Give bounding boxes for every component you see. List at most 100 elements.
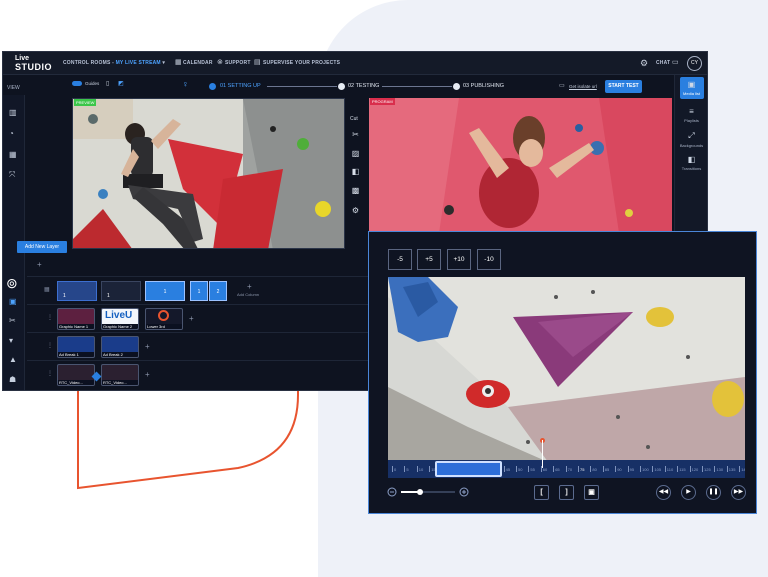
timeline-tick bbox=[702, 466, 703, 472]
timeline-tick bbox=[615, 466, 617, 472]
drag-handle-icon[interactable]: ⋮ bbox=[47, 314, 53, 321]
preview-monitor[interactable]: PREVIEW bbox=[72, 98, 345, 249]
control-rooms-menu[interactable]: CONTROL ROOMS - MY LIVE STREAM ▾ bbox=[63, 60, 165, 66]
timeline-tick bbox=[689, 466, 691, 472]
dashboard-icon[interactable]: ◔ bbox=[9, 130, 18, 138]
clip-lower-3rd[interactable]: Lower 3rd bbox=[145, 308, 183, 330]
layout-icon[interactable]: ◩ bbox=[118, 80, 124, 87]
support-link[interactable]: SUPPORT bbox=[225, 60, 251, 66]
timeline[interactable]: 1401351301251201151101051009590858075706… bbox=[388, 460, 745, 478]
add-new-layer-tooltip: Add New Layer bbox=[17, 241, 67, 253]
timeline-label: 95 bbox=[629, 467, 635, 472]
timeline-label: 45 bbox=[505, 467, 511, 472]
timeline-tick bbox=[627, 466, 629, 472]
column-5[interactable]: 2 bbox=[209, 281, 227, 301]
preview-scene bbox=[73, 99, 344, 248]
chart-icon[interactable]: ▥ bbox=[9, 109, 18, 117]
video-frame[interactable] bbox=[388, 277, 745, 462]
rewind-icon[interactable]: ◀◀ bbox=[656, 485, 671, 500]
cut-icon[interactable]: ✂ bbox=[350, 130, 361, 140]
add-clip-plus-icon[interactable]: + bbox=[145, 370, 150, 379]
rail-backgrounds[interactable]: ⤢ Backgrounds bbox=[675, 131, 708, 148]
timeline-tick bbox=[739, 466, 741, 472]
clip-graphic-1[interactable]: Graphic Name 1 bbox=[57, 308, 95, 330]
column-4[interactable]: 1 bbox=[190, 281, 208, 301]
clip-rtc-video-2[interactable]: RTC_Video... bbox=[101, 364, 139, 386]
clip-ad-break-2[interactable]: Ad Break 2 bbox=[101, 336, 139, 358]
mark-out-button[interactable]: ] bbox=[559, 485, 574, 500]
drag-handle-icon[interactable]: ⋮ bbox=[47, 370, 53, 377]
chat-icon[interactable]: ▭ bbox=[672, 58, 679, 66]
calendar-link[interactable]: CALENDAR bbox=[183, 60, 213, 66]
add-layer-plus-icon[interactable]: + bbox=[37, 260, 42, 269]
fast-forward-icon[interactable]: ▶▶ bbox=[731, 485, 746, 500]
comment-icon[interactable]: ▾ bbox=[9, 337, 18, 345]
isolate-url-link[interactable]: Get isolate url bbox=[569, 84, 597, 89]
skip-minus-5-button[interactable]: -5 bbox=[388, 249, 412, 270]
pause-icon[interactable]: ❚❚ bbox=[706, 485, 721, 500]
timeline-tick bbox=[602, 466, 604, 472]
timeline-label: 125 bbox=[704, 467, 711, 472]
settings-icon[interactable]: ⚙ bbox=[350, 206, 361, 216]
picture-icon[interactable]: ▩ bbox=[350, 186, 361, 196]
drag-handle-icon[interactable]: ⋮ bbox=[47, 342, 53, 349]
add-column-plus-icon[interactable]: + bbox=[247, 282, 252, 291]
grid-icon[interactable]: ▦ bbox=[9, 151, 18, 159]
skip-minus-10-button[interactable]: -10 bbox=[477, 249, 501, 270]
broadcast-icon[interactable]: ⊚ bbox=[6, 275, 18, 292]
program-monitor[interactable]: PROGRAM bbox=[369, 98, 672, 233]
mobile-icon[interactable]: ▯ bbox=[106, 80, 109, 87]
transparency-icon[interactable]: ◧ bbox=[350, 167, 361, 177]
timeline-label: 130 bbox=[716, 467, 724, 472]
step-3[interactable]: 03 PUBLISHING bbox=[463, 83, 504, 89]
add-clip-plus-icon[interactable]: + bbox=[189, 314, 194, 323]
layer-row: ⋮ Ad Break 1 Ad Break 2 + bbox=[27, 332, 372, 360]
skip-plus-5-button[interactable]: +5 bbox=[417, 249, 441, 270]
users-icon[interactable]: ☗ bbox=[9, 376, 18, 384]
zoom-control[interactable] bbox=[387, 486, 472, 498]
guides-toggle[interactable] bbox=[72, 81, 82, 86]
column-3[interactable]: 1 bbox=[145, 281, 185, 301]
bulb-icon[interactable]: ♀ bbox=[182, 79, 189, 89]
timeline-label: 120 bbox=[691, 467, 699, 472]
rail-media-list[interactable]: ▣ Media list bbox=[675, 80, 708, 96]
clip-ad-break-1[interactable]: Ad Break 1 bbox=[57, 336, 95, 358]
program-scene bbox=[369, 98, 672, 233]
supervise-link[interactable]: SUPERVISE YOUR PROJECTS bbox=[263, 60, 340, 66]
supervise-icon: ▤ bbox=[254, 59, 261, 66]
background-icon: ⤢ bbox=[688, 131, 695, 140]
rail-playlists[interactable]: ≡ Playlists bbox=[675, 107, 708, 123]
column-2[interactable]: 1 bbox=[101, 281, 141, 301]
playhead[interactable] bbox=[542, 440, 543, 468]
image-icon[interactable]: ▲ bbox=[9, 356, 18, 364]
timeline-label: 85 bbox=[604, 467, 610, 472]
column-1[interactable]: 1 bbox=[57, 281, 97, 301]
timeline-label: 75 bbox=[580, 467, 585, 472]
play-icon[interactable]: ▶ bbox=[681, 485, 696, 500]
timeline-label: 10 bbox=[418, 467, 424, 472]
step-2[interactable]: 02 TESTING bbox=[348, 83, 379, 89]
step-1[interactable]: 01 SETTING UP bbox=[220, 83, 261, 89]
hatch-icon[interactable]: ▨ bbox=[350, 149, 361, 159]
start-test-button[interactable]: START TEST bbox=[605, 80, 642, 93]
grid-toggle-icon[interactable]: ▦ bbox=[44, 286, 50, 293]
timeline-label: 65 bbox=[555, 467, 560, 472]
add-clip-plus-icon[interactable]: + bbox=[145, 342, 150, 351]
clip-rtc-video-1[interactable]: RTC_Video... bbox=[57, 364, 95, 386]
gear-icon[interactable]: ⚙ bbox=[640, 58, 648, 69]
skip-plus-10-button[interactable]: +10 bbox=[447, 249, 471, 270]
selection-range[interactable] bbox=[435, 461, 502, 477]
shuffle-icon[interactable]: ⤧ bbox=[9, 171, 18, 179]
timeline-label: 80 bbox=[592, 467, 597, 472]
chat-link[interactable]: CHAT bbox=[656, 60, 670, 66]
step-1-dot bbox=[209, 83, 216, 90]
preview-tag: PREVIEW bbox=[74, 99, 97, 106]
rail-transitions[interactable]: ◧ Transitions bbox=[675, 155, 708, 171]
layers-icon[interactable]: ▣ bbox=[9, 298, 18, 306]
mark-in-button[interactable]: [ bbox=[534, 485, 549, 500]
add-column-label[interactable]: Add Column bbox=[237, 292, 259, 297]
avatar[interactable]: CY bbox=[687, 56, 702, 71]
scissors-icon[interactable]: ✂ bbox=[9, 317, 18, 325]
clip-graphic-2[interactable]: LiveU Graphic Name 2 bbox=[101, 308, 139, 330]
save-icon[interactable]: ▣ bbox=[584, 485, 599, 500]
